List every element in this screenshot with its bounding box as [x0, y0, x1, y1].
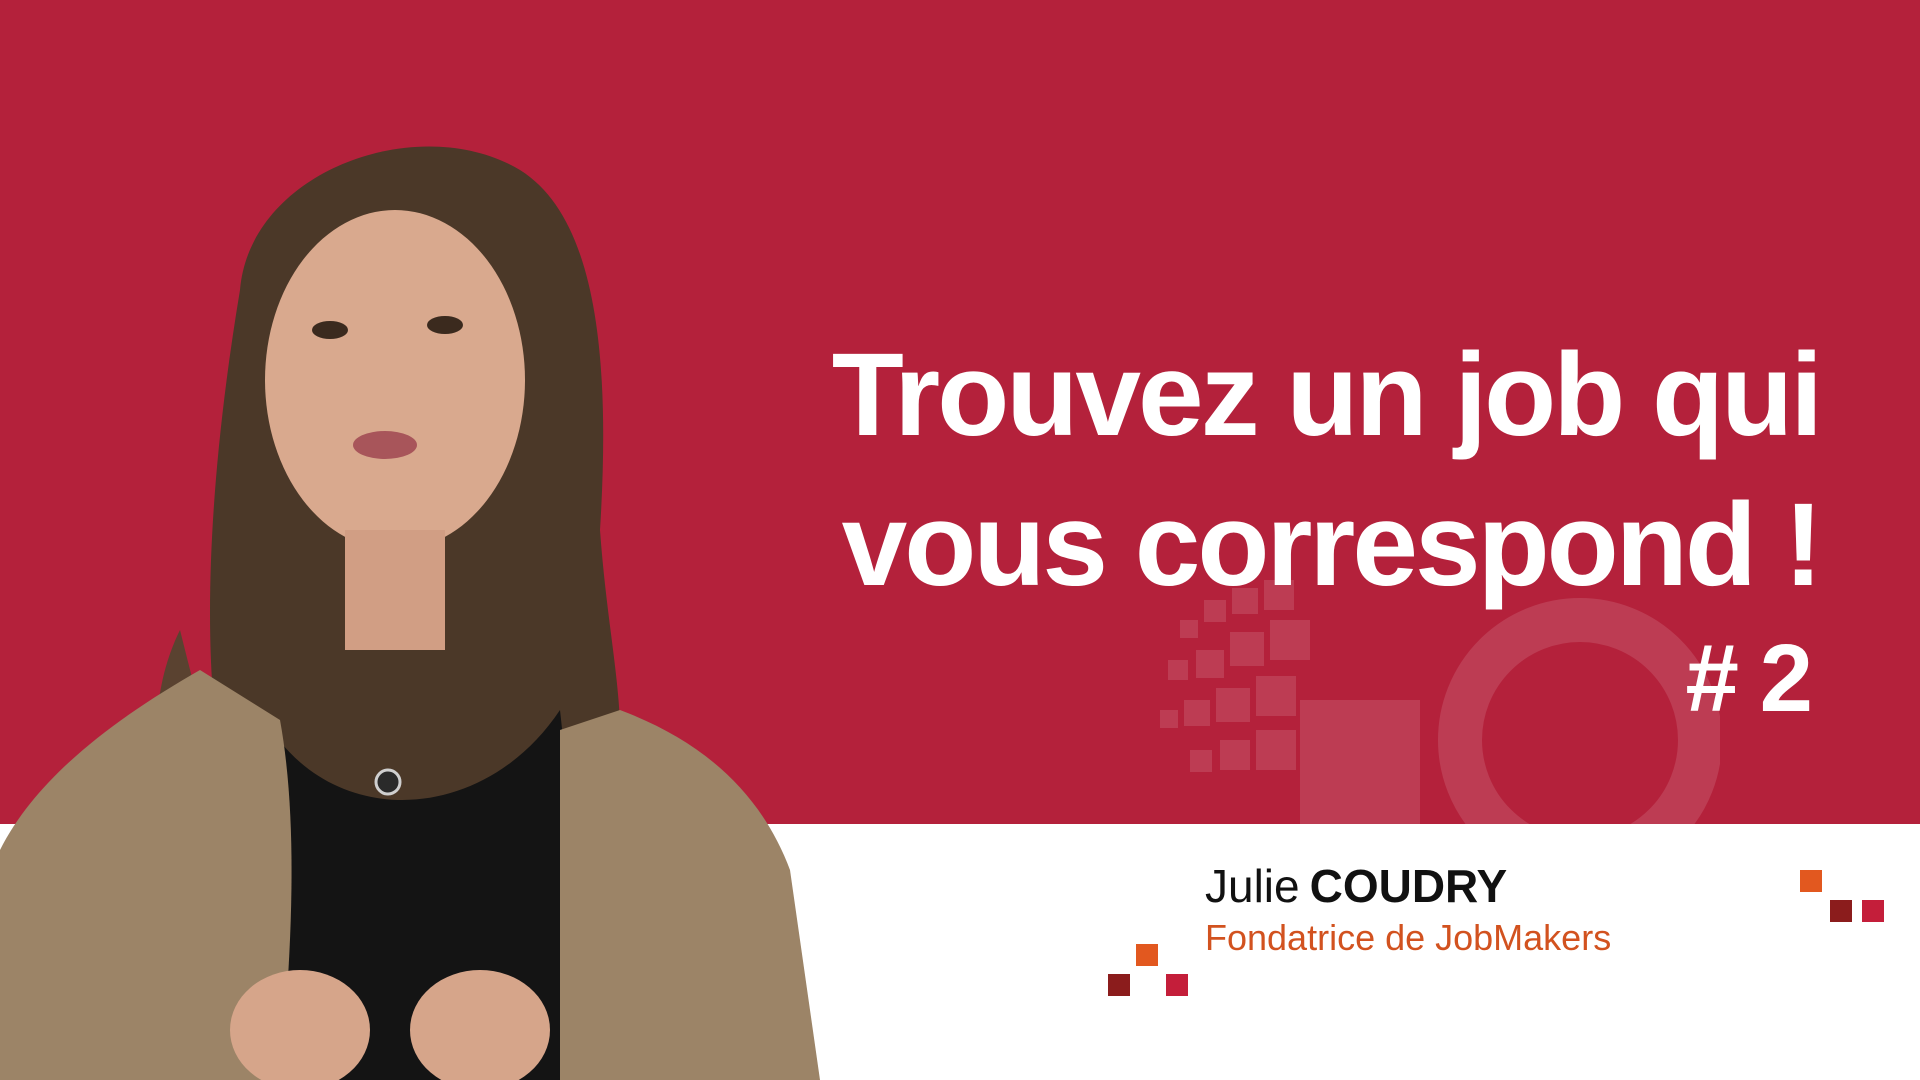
- deco-square-orange: [1800, 870, 1822, 892]
- lower-third: Julie COUDRY Fondatrice de JobMakers: [1205, 858, 1745, 962]
- video-frame: Trouvez un job qui vous correspond ! # 2…: [0, 0, 1920, 1080]
- pixel-squares-decoration: [1108, 944, 1190, 1000]
- episode-number: # 2: [1685, 625, 1813, 732]
- pixel-squares-decoration-right: [1800, 870, 1886, 924]
- presenter-first-name: Julie: [1205, 860, 1300, 912]
- video-title: Trouvez un job qui vous correspond ! # 2: [820, 320, 1823, 738]
- deco-square-darkred: [1108, 974, 1130, 996]
- presenter-last-name: COUDRY: [1309, 860, 1508, 912]
- deco-square-red: [1862, 900, 1884, 922]
- title-line-1: Trouvez un job qui: [831, 329, 1823, 461]
- presenter-name: Julie COUDRY: [1205, 858, 1745, 914]
- deco-square-red: [1166, 974, 1188, 996]
- presenter-role: Fondatrice de JobMakers: [1205, 917, 1612, 958]
- presenter-photo: [0, 146, 820, 1080]
- deco-square-darkred: [1830, 900, 1852, 922]
- title-line-2: vous correspond !: [841, 479, 1823, 611]
- deco-square-orange: [1136, 944, 1158, 966]
